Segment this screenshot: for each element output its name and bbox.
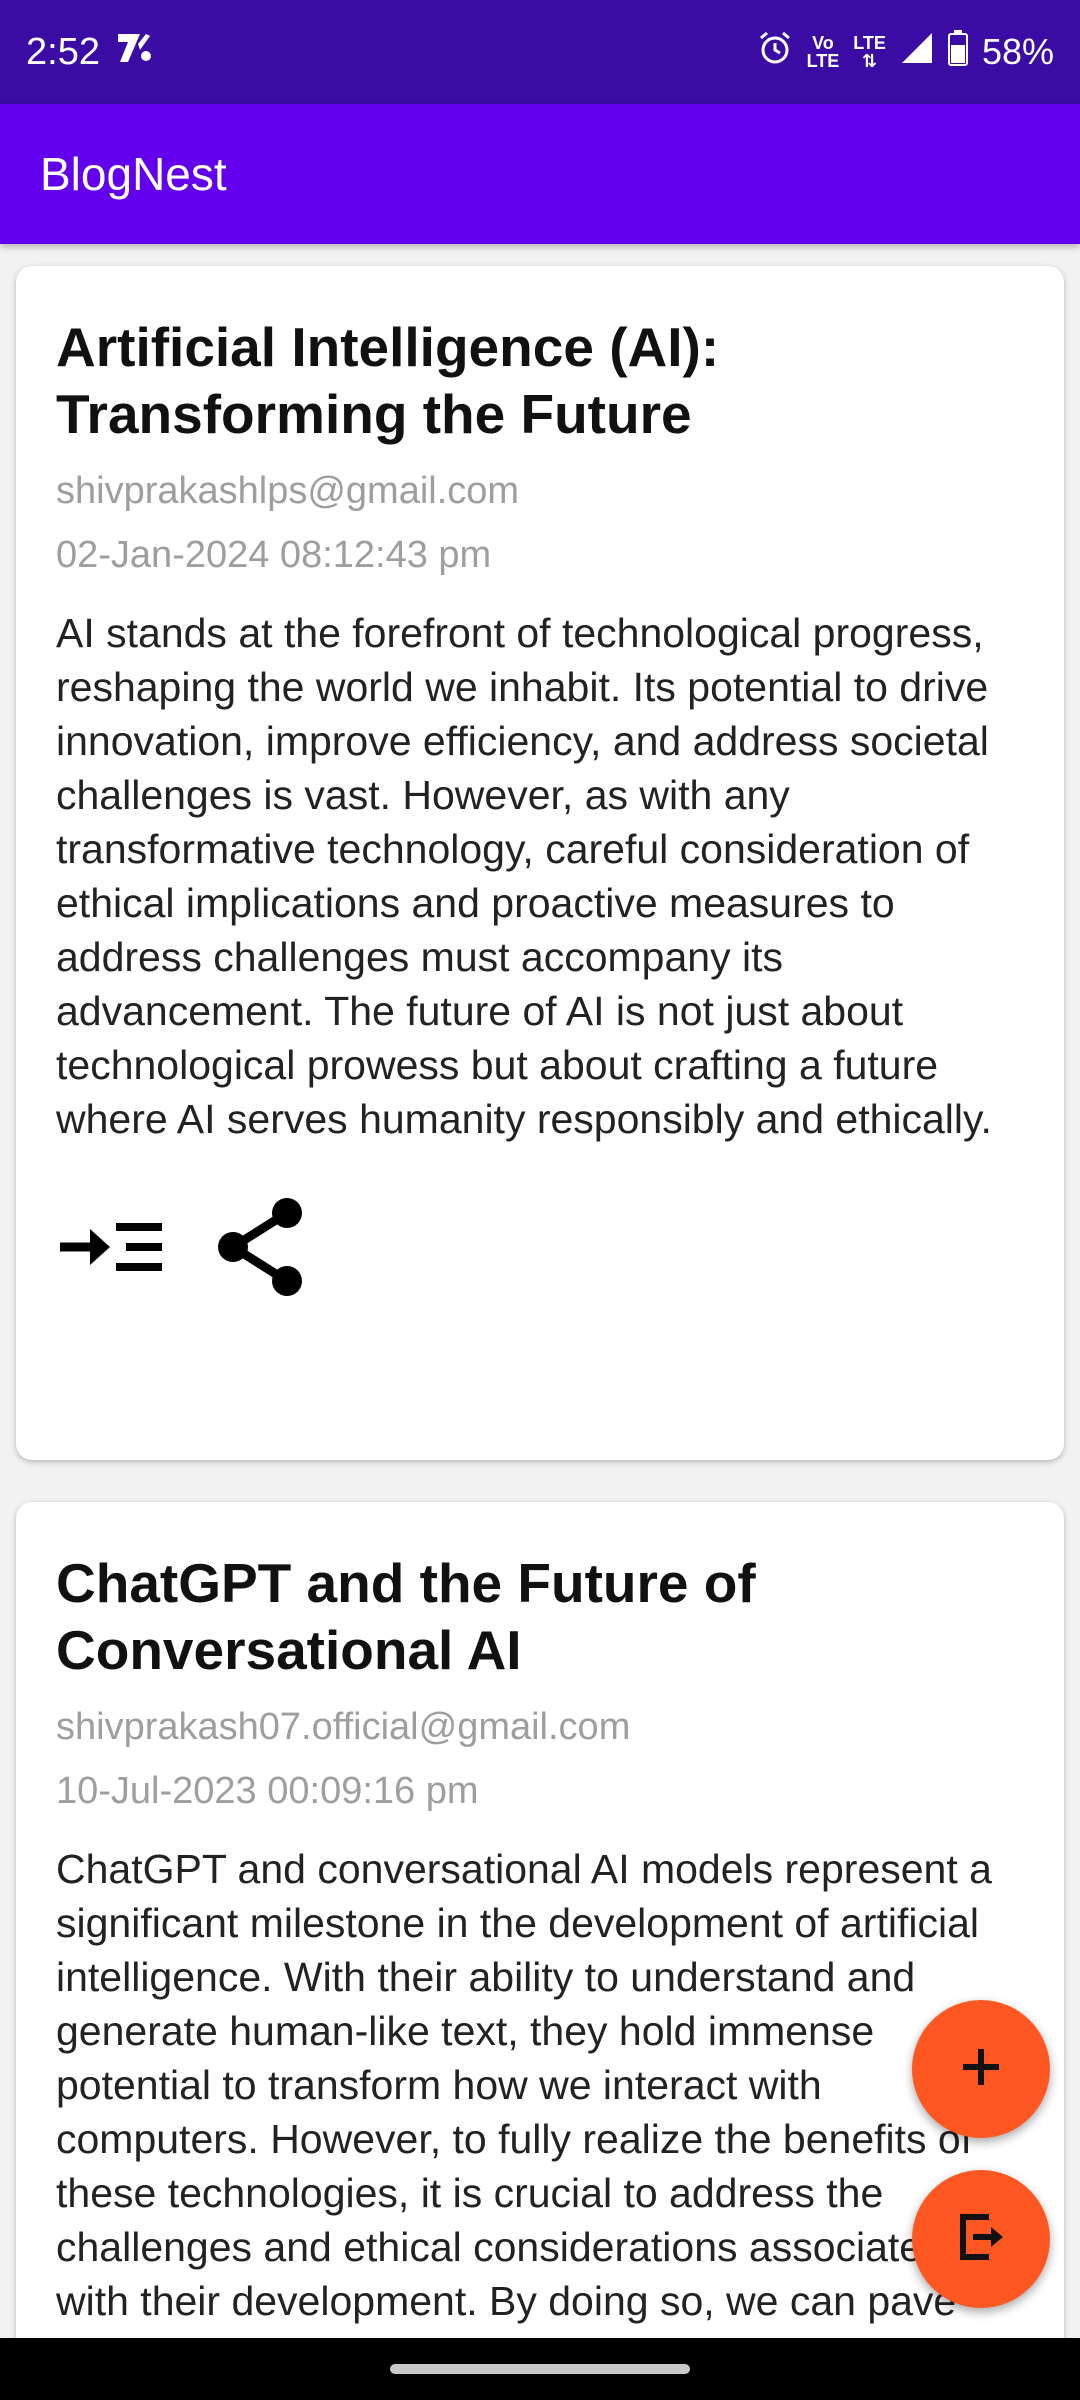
post-actions <box>56 1194 1024 1304</box>
read-more-button[interactable] <box>56 1194 166 1304</box>
post-author: shivprakashlps@gmail.com <box>56 470 520 512</box>
post-date: 10-Jul-2023 00:09:16 pm <box>56 1770 479 1812</box>
post-body: AI stands at the forefront of technologi… <box>56 610 992 1142</box>
home-gesture-handle[interactable] <box>390 2364 690 2374</box>
notification-app-icon <box>114 30 154 75</box>
post-body: ChatGPT and conversational AI models rep… <box>56 1846 992 2338</box>
status-bar: 2:52 Vo LTE LTE ⇅ 58% <box>0 0 1080 104</box>
post-title: ChatGPT and the Future of Conversational… <box>56 1552 756 1681</box>
volte-top: Vo <box>812 33 834 53</box>
lte-label: LTE <box>853 33 886 53</box>
share-icon <box>211 1195 311 1304</box>
volte-bottom: LTE <box>806 51 840 71</box>
signal-icon <box>900 31 934 74</box>
post-title: Artificial Intelligence (AI): Transformi… <box>56 316 720 445</box>
lte-indicator: LTE ⇅ <box>853 33 886 71</box>
post-card[interactable]: ChatGPT and the Future of Conversational… <box>16 1502 1064 2338</box>
post-list[interactable]: Artificial Intelligence (AI): Transformi… <box>0 244 1080 2338</box>
app-bar: BlogNest <box>0 104 1080 244</box>
status-indicators: Vo LTE LTE ⇅ 58% <box>757 29 1054 75</box>
app-title: BlogNest <box>40 148 227 200</box>
battery-percent: 58% <box>981 31 1054 72</box>
read-more-icon <box>56 1217 166 1282</box>
volte-indicator: Vo LTE <box>807 34 840 70</box>
status-time: 2:52 <box>26 30 100 73</box>
logout-icon <box>951 2207 1011 2272</box>
add-post-button[interactable] <box>912 2000 1050 2138</box>
post-card[interactable]: Artificial Intelligence (AI): Transformi… <box>16 266 1064 1460</box>
system-nav-bar <box>0 2338 1080 2400</box>
post-author: shivprakash07.official@gmail.com <box>56 1706 631 1748</box>
battery-icon <box>947 29 968 75</box>
alarm-icon <box>757 30 793 75</box>
post-date: 02-Jan-2024 08:12:43 pm <box>56 534 492 576</box>
add-icon <box>959 2045 1003 2094</box>
logout-button[interactable] <box>912 2170 1050 2308</box>
share-button[interactable] <box>206 1194 316 1304</box>
